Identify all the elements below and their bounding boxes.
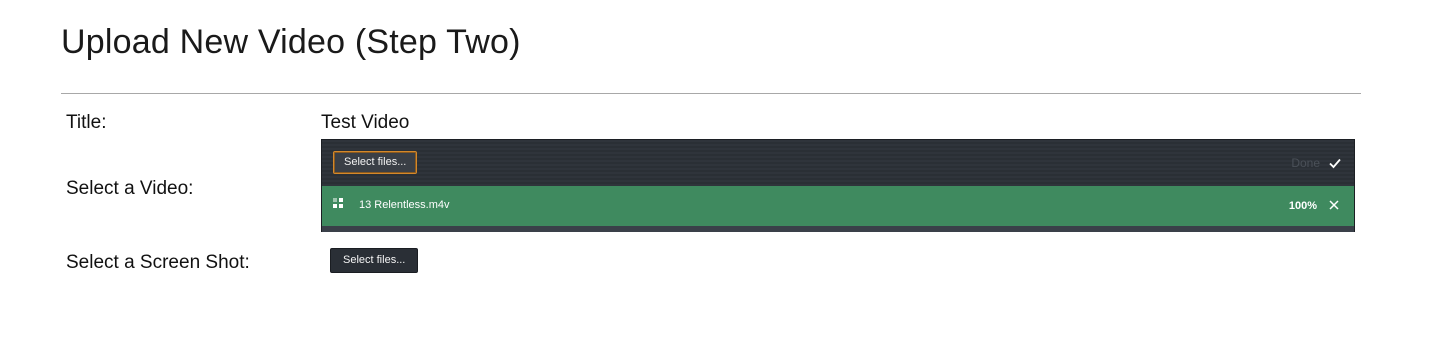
title-value: Test Video (321, 112, 410, 133)
upload-progress-text: 100% (1288, 200, 1317, 212)
done-status: Done (1291, 153, 1342, 173)
video-upload-panel: Select files... Done 13 Relentless.m4v 1… (321, 139, 1355, 232)
title-label: Title: (66, 112, 107, 133)
done-label: Done (1291, 156, 1320, 170)
select-screenshot-files-button[interactable]: Select files... (330, 248, 419, 273)
title-divider (61, 93, 1361, 94)
upload-progress-fill (322, 226, 1354, 232)
uploaded-file-row: 13 Relentless.m4v 100% (322, 186, 1354, 226)
select-video-files-button[interactable]: Select files... (333, 151, 418, 174)
check-icon (1329, 158, 1341, 169)
upload-progress-bar (322, 226, 1354, 232)
file-icon (333, 198, 343, 208)
upload-toolbar: Select files... Done (322, 140, 1354, 186)
screenshot-label: Select a Screen Shot: (66, 252, 250, 273)
video-label: Select a Video: (66, 178, 194, 199)
file-name: 13 Relentless.m4v (359, 199, 450, 211)
page-title: Upload New Video (Step Two) (61, 23, 521, 61)
close-icon[interactable] (1328, 199, 1340, 211)
